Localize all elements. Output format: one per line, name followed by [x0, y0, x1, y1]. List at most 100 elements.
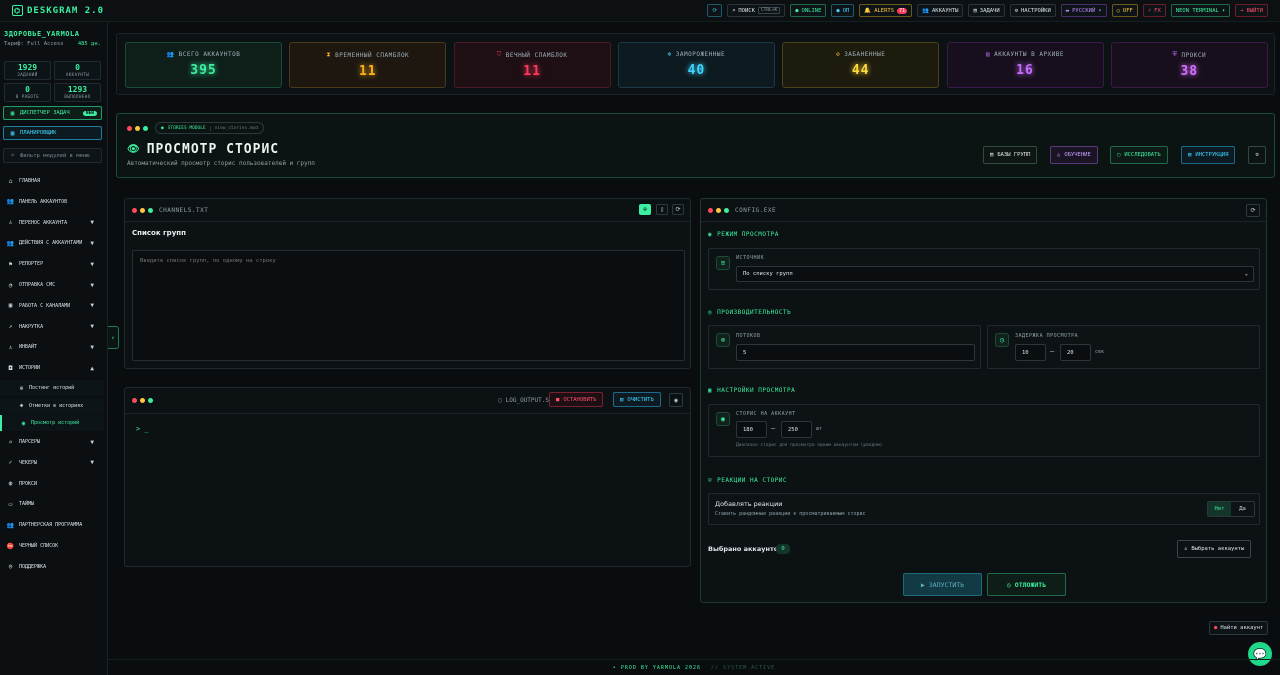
- op-toggle[interactable]: ● ОП: [831, 4, 855, 17]
- groups-textarea[interactable]: [132, 250, 685, 361]
- chevron-down-icon: ▾: [1221, 7, 1226, 14]
- sidebar-item-label: ПАРСЕРЫ: [19, 439, 41, 445]
- delay-from-input[interactable]: 10: [1015, 344, 1046, 361]
- tasks-button[interactable]: ▤ ЗАДАЧИ: [968, 4, 1005, 17]
- sidebar-subitem[interactable]: ⊕ Постинг историй: [0, 380, 104, 396]
- stories-from-input[interactable]: 180: [736, 421, 767, 438]
- users-icon: 👥: [6, 198, 15, 206]
- sidebar-item[interactable]: ✓ ЧЕКЕРЫ ▼: [0, 453, 108, 473]
- module-chip: ● STORIES MODULE view_stories.mod: [155, 122, 265, 134]
- file-button[interactable]: ▯: [656, 204, 668, 215]
- log-panel: ▢ LOG_OUTPUT.SH ■ ОСТАНОВИТЬ ▥ ОЧИСТИТЬ ◉ >…: [124, 387, 691, 567]
- sidebar-item[interactable]: ↗ НАКРУТКА ▼: [0, 317, 108, 337]
- research-button[interactable]: ▢ ИССЛЕДОВАТЬ: [1110, 146, 1168, 164]
- threads-input[interactable]: 5: [736, 344, 975, 361]
- balance-label: 485 дн.: [77, 41, 101, 47]
- stat-card[interactable]: ⛨ ПРОКСИ 38: [1110, 42, 1268, 88]
- search-button[interactable]: ⌕ ПОИСК CTRL+K: [727, 4, 786, 17]
- schedule-button[interactable]: ◷ ОТЛОЖИТЬ: [987, 573, 1066, 596]
- sidebar-item[interactable]: ◎ ПОДДЕРЖКА: [0, 557, 108, 577]
- config-reload-button[interactable]: ⟳: [1246, 204, 1260, 217]
- clear-label: ОЧИСТИТЬ: [627, 396, 654, 403]
- sidebar-item[interactable]: ♙ ИНВАЙТ ▼: [0, 337, 108, 357]
- selected-accounts-label: Выбрано аккаунтов:: [708, 545, 785, 553]
- alerts-button[interactable]: 🔔 ALERTS 71: [859, 4, 913, 17]
- stories-to-input[interactable]: 250: [781, 421, 812, 438]
- sidebar-item[interactable]: ◔ ОТПРАВКА СМС ▼: [0, 275, 108, 295]
- source-select[interactable]: По списку групп ⌄: [736, 266, 1254, 282]
- new-badge: NEW: [82, 110, 97, 116]
- stat-card[interactable]: ❄ ЗАМОРОЖЕННЫЕ 40: [617, 42, 775, 88]
- logout-button[interactable]: ⇥ ВЫЙТИ: [1235, 4, 1268, 17]
- sidebar-item[interactable]: ⚑ РЕПОРТЕР ▼: [0, 254, 108, 274]
- accounts-button[interactable]: 👥 АККАУНТЫ: [917, 4, 964, 17]
- sidebar-item[interactable]: ▭ ТАЙМЫ: [0, 494, 108, 514]
- app-logo[interactable]: ⌬ DESKGRAM 2.0: [12, 5, 104, 16]
- stat-card[interactable]: 👥 ВСЕГО АККАУНТОВ 395: [125, 42, 282, 88]
- chevron-down-icon: ▼: [90, 323, 94, 331]
- task-manager-button[interactable]: ▣ ДИСПЕТЧЕР ЗАДАЧ NEW: [3, 106, 102, 120]
- sidebar-item[interactable]: 👥 ДЕЙСТВИЯ С АККАУНТАМИ ▼: [0, 233, 108, 253]
- view-mode-title: РЕЖИМ ПРОСМОТРА: [717, 231, 779, 238]
- delay-to-input[interactable]: 20: [1060, 344, 1091, 361]
- reactions-toggle[interactable]: Нет Да: [1207, 501, 1255, 517]
- learn-button[interactable]: ◬ ОБУЧЕНИЕ: [1050, 146, 1098, 164]
- stat-card-title: ⧗ ВРЕМЕННЫЙ СПАМБЛОК: [290, 51, 445, 59]
- stories-hint: Диапазон сторис для просмотра одним акка…: [736, 443, 883, 448]
- stat-card[interactable]: ▤ АККАУНТЫ В АРХИВЕ 16: [946, 42, 1104, 88]
- module-settings-button[interactable]: ⚙: [1248, 146, 1266, 164]
- stop-button[interactable]: ■ ОСТАНОВИТЬ: [549, 392, 604, 407]
- sidebar-item[interactable]: ⌕ ПАРСЕРЫ ▼: [0, 432, 108, 452]
- mode-toggle[interactable]: ○ OFF: [1111, 4, 1138, 17]
- sidebar-subitem[interactable]: ◉ Просмотр историй: [0, 415, 104, 431]
- sidebar-item[interactable]: ⛔ ЧЕРНЫЙ СПИСОК: [0, 536, 108, 556]
- stat-card[interactable]: ⧗ ВРЕМЕННЫЙ СПАМБЛОК 11: [289, 42, 447, 88]
- scheduler-button[interactable]: ▦ ПЛАНИРОВЩИК: [3, 126, 102, 140]
- collapse-sidebar-button[interactable]: ‹: [108, 326, 119, 349]
- task-icon: ▣: [10, 109, 15, 117]
- language-select[interactable]: ▬ РУССКИЙ ▾: [1060, 4, 1107, 17]
- performance-title: ПРОИЗВОДИТЕЛЬНОСТЬ: [717, 309, 792, 316]
- reactions-yes-option[interactable]: Да: [1231, 502, 1254, 516]
- reload-button[interactable]: ⟳: [672, 204, 684, 215]
- group-bases-button[interactable]: ▤ БАЗЫ ГРУПП: [983, 146, 1038, 164]
- sidebar-item[interactable]: ⌂ ГЛАВНАЯ: [0, 171, 108, 191]
- stat-card[interactable]: ⛉ ВЕЧНЫЙ СПАМБЛОК 11: [453, 42, 611, 88]
- paste-button[interactable]: ⊕: [639, 204, 651, 215]
- schedule-label: ОТЛОЖИТЬ: [1014, 580, 1047, 589]
- sidebar-item[interactable]: ◍ ПРОКСИ: [0, 474, 108, 494]
- find-account-button[interactable]: ● Найти аккаунт: [1209, 621, 1269, 635]
- stat-card[interactable]: ⊘ ЗАБАНЕННЫЕ 44: [782, 42, 940, 88]
- sidebar-item[interactable]: ♙ ПЕРЕНОС АККАУНТА ▼: [0, 213, 108, 233]
- start-button[interactable]: ▶ ЗАПУСТИТЬ: [903, 573, 982, 596]
- gear-icon: ⚙: [1014, 7, 1018, 14]
- sidebar-item[interactable]: 👥 ПАРТНЕРСКАЯ ПРОГРАММА: [0, 515, 108, 535]
- dot-red: [132, 207, 137, 213]
- instructions-button[interactable]: ▥ ИНСТРУКЦИЯ: [1181, 146, 1236, 164]
- sidebar-item[interactable]: 👥 ПАНЕЛЬ АККАУНТОВ: [0, 192, 108, 212]
- theme-select[interactable]: NEON TERMINAL ▾: [1170, 4, 1231, 17]
- window-dots: [708, 207, 729, 213]
- log-view-button[interactable]: ◉: [669, 393, 683, 407]
- sidebar-item[interactable]: ◘ ИСТОРИИ ▲: [0, 358, 108, 378]
- online-status[interactable]: ● ONLINE: [790, 4, 827, 17]
- sidebar-item-label: ГЛАВНАЯ: [19, 178, 41, 184]
- reactions-no-option[interactable]: Нет: [1208, 502, 1231, 516]
- sidebar-subitem[interactable]: ◈ Отметки в историях: [0, 397, 104, 414]
- gear-icon: ⚙: [1255, 152, 1259, 158]
- module-filter-input[interactable]: ⌕ Фильтр модулей в меню: [3, 148, 102, 163]
- sidebar-item[interactable]: ▣ РАБОТА С КАНАЛАМИ ▼: [0, 296, 108, 316]
- settings-button[interactable]: ⚙ НАСТРОЙКИ: [1009, 4, 1056, 17]
- status-dot-icon: ●: [836, 7, 840, 14]
- stat-card-value: 38: [1180, 64, 1199, 79]
- stat-card-label: ВЕЧНЫЙ СПАМБЛОК: [505, 51, 568, 59]
- chevron-down-icon: ▼: [90, 343, 94, 351]
- clipboard-icon: ▤: [973, 7, 977, 14]
- calendar-icon: ▦: [10, 129, 15, 137]
- select-accounts-button[interactable]: ♙ Выбрать аккаунты: [1177, 540, 1252, 558]
- stat-value: 1929: [17, 63, 38, 72]
- clear-button[interactable]: ▥ ОЧИСТИТЬ: [613, 392, 661, 407]
- refresh-button[interactable]: ⟳: [707, 4, 723, 17]
- user-icon: ♙: [8, 219, 13, 227]
- fx-toggle[interactable]: ⚡ FX: [1142, 4, 1166, 17]
